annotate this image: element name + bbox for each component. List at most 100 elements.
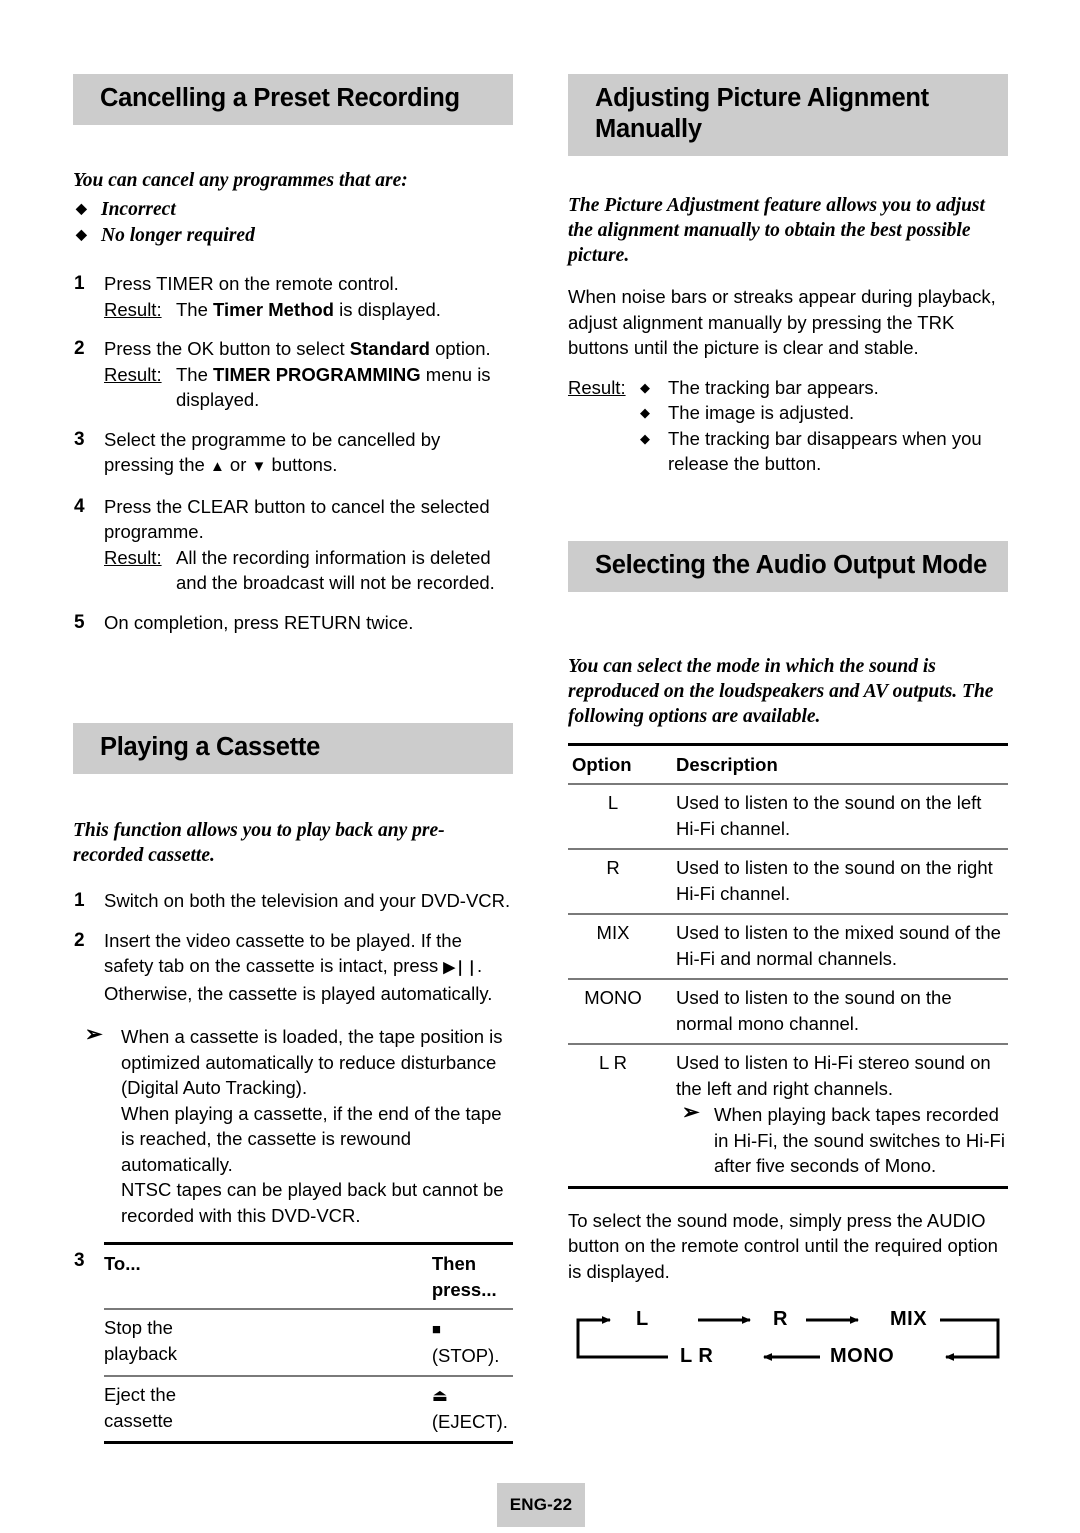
intro-cassette: This function allows you to play back an… xyxy=(73,820,445,866)
step-text: Press the CLEAR button to cancel the sel… xyxy=(104,495,490,543)
step-number: 3 xyxy=(74,1250,85,1271)
cell-button: ⏏ (EJECT). xyxy=(186,1376,513,1444)
cassette-action-table-wrap: 3 To... Then press... Stop the playback … xyxy=(73,1242,513,1444)
step-number: 1 xyxy=(74,273,85,294)
heading-text: Cancelling a Preset Recording xyxy=(100,84,460,112)
step-item: 2 Press the OK button to select Standard… xyxy=(73,336,513,413)
col-header-to: To... xyxy=(104,1242,187,1310)
intro-audio-output: You can select the mode in which the sou… xyxy=(568,655,994,727)
result-text: All the recording information is deleted… xyxy=(176,546,495,594)
bullet-text: No longer required xyxy=(101,225,255,246)
result-label: Result: xyxy=(104,363,162,385)
result-bullet-list: ◆ The tracking bar appears. ◆ The image … xyxy=(640,375,1008,477)
page-footer-badge: ENG-22 xyxy=(497,1483,585,1527)
cell-description: Used to listen to the mixed sound of the… xyxy=(658,914,1008,980)
step-item: 5 On completion, press RETURN twice. xyxy=(73,610,513,636)
col-header-option: Option xyxy=(568,742,658,785)
bullet-text: The tracking bar appears. xyxy=(668,376,879,398)
audio-option-table: Option Description L Used to listen to t… xyxy=(568,742,1008,1189)
eject-icon: ⏏ xyxy=(431,1386,448,1405)
cell-option: L xyxy=(568,784,658,850)
cassette-note: ➢ When a cassette is loaded, the tape po… xyxy=(73,1023,513,1228)
result-text-pre: The xyxy=(176,298,214,320)
cell-option: MONO xyxy=(568,979,658,1045)
step-number: 1 xyxy=(74,890,85,911)
diamond-bullet-icon: ◆ xyxy=(640,430,650,446)
result-text-bold: Timer Method xyxy=(213,298,334,320)
cell-description-text: Used to listen to Hi-Fi stereo sound on … xyxy=(676,1052,991,1099)
section-heading-adjusting-picture-alignment: Adjusting Picture Alignment Manually xyxy=(568,74,1008,156)
cycle-label-mix: MIX xyxy=(890,1308,928,1330)
audio-outro-text: To select the sound mode, simply press t… xyxy=(568,1209,998,1282)
list-item: ◆ The tracking bar appears. xyxy=(640,375,1008,401)
heading-text: Adjusting Picture Alignment Manually xyxy=(595,84,929,143)
cycle-label-r: R xyxy=(773,1308,788,1330)
picture-adjustment-result: Result: ◆ The tracking bar appears. ◆ Th… xyxy=(568,375,1008,477)
arrow-bullet-icon: ➢ xyxy=(682,1101,700,1124)
list-item: ◆ Incorrect xyxy=(73,197,513,223)
step-item: 1 Switch on both the television and your… xyxy=(73,888,513,914)
table-row: MIX Used to listen to the mixed sound of… xyxy=(568,914,1008,980)
cell-button-label: (EJECT). xyxy=(431,1410,508,1432)
table-row: Stop the playback ■ (STOP). xyxy=(104,1309,513,1377)
step-text-pre: Press the OK button to select xyxy=(104,338,350,359)
left-column: Cancelling a Preset Recording You can ca… xyxy=(73,74,513,1444)
table-header-row: To... Then press... xyxy=(104,1242,513,1310)
page-number-label: ENG-22 xyxy=(509,1495,573,1514)
step-text-post: buttons. xyxy=(266,454,338,475)
list-item: ◆ The tracking bar disappears when you r… xyxy=(640,426,1008,477)
table-row: L Used to listen to the sound on the lef… xyxy=(568,784,1008,850)
cycle-label-l: L xyxy=(636,1308,649,1330)
step-number: 2 xyxy=(74,338,85,359)
result-label: Result: xyxy=(568,376,626,398)
arrow-bullet-icon: ➢ xyxy=(85,1023,103,1046)
step-text-post: option. xyxy=(429,338,491,359)
section-heading-playing-a-cassette: Playing a Cassette xyxy=(73,723,513,774)
step-text: On completion, press RETURN twice. xyxy=(104,611,414,633)
cell-action: Stop the playback xyxy=(104,1309,187,1377)
step-text-bold: Standard xyxy=(349,338,430,359)
result-text-bold: TIMER PROGRAMMING xyxy=(213,363,421,385)
step-result: Result: The Timer Method is displayed. xyxy=(104,297,513,323)
result-label: Result: xyxy=(104,298,162,320)
section-heading-cancelling-preset-recording: Cancelling a Preset Recording xyxy=(73,74,513,125)
step-text-mid: or xyxy=(224,454,252,475)
table-header-row: Option Description xyxy=(568,742,1008,785)
cell-description: Used to listen to the sound on the norma… xyxy=(658,979,1008,1045)
result-label: Result: xyxy=(104,546,162,568)
cassette-steps: 1 Switch on both the television and your… xyxy=(73,888,513,1006)
step-item: 4 Press the CLEAR button to cancel the s… xyxy=(73,494,513,596)
cell-option: L R xyxy=(568,1044,658,1189)
intro-cancel: You can cancel any programmes that are: xyxy=(73,170,408,191)
bullet-text: The tracking bar disappears when you rel… xyxy=(668,427,982,475)
step-text: Press TIMER on the remote control. xyxy=(104,273,399,294)
diamond-bullet-icon: ◆ xyxy=(640,379,650,395)
note-line: NTSC tapes can be played back but cannot… xyxy=(121,1179,504,1226)
right-column: Adjusting Picture Alignment Manually The… xyxy=(568,74,1008,1394)
play-pause-icon: ▶❘❘ xyxy=(443,959,478,976)
cycle-label-lr: L R xyxy=(680,1345,714,1367)
result-text-post: is displayed. xyxy=(333,298,441,320)
manual-page: Cancelling a Preset Recording You can ca… xyxy=(0,0,1080,1533)
cell-action: Eject the cassette xyxy=(104,1376,187,1444)
diamond-bullet-icon: ◆ xyxy=(76,202,87,217)
heading-text: Selecting the Audio Output Mode xyxy=(595,550,988,579)
note-text: When playing back tapes recorded in Hi-F… xyxy=(714,1104,1005,1176)
cell-option: R xyxy=(568,849,658,915)
step-text-pre: Insert the video cassette to be played. … xyxy=(104,929,462,977)
step-item: 3 Select the programme to be cancelled b… xyxy=(73,427,513,480)
diamond-bullet-icon: ◆ xyxy=(640,405,650,420)
step-item: 2 Insert the video cassette to be played… xyxy=(73,928,513,1007)
step-number: 3 xyxy=(74,428,85,450)
cancel-steps: 1 Press TIMER on the remote control. Res… xyxy=(73,271,513,635)
list-item: ◆ No longer required xyxy=(73,223,513,249)
step-text: Switch on both the television and your D… xyxy=(104,890,511,911)
step-number: 5 xyxy=(74,611,85,633)
diamond-bullet-icon: ◆ xyxy=(76,228,87,243)
col-header-description: Description xyxy=(658,742,1008,785)
bullet-text: Incorrect xyxy=(101,199,176,220)
section-heading-selecting-audio-output-mode: Selecting the Audio Output Mode xyxy=(568,540,1008,592)
table-row: L R Used to listen to Hi-Fi stereo sound… xyxy=(568,1044,1008,1189)
cycle-label-mono: MONO xyxy=(830,1345,895,1367)
stop-icon: ■ xyxy=(431,1321,441,1338)
